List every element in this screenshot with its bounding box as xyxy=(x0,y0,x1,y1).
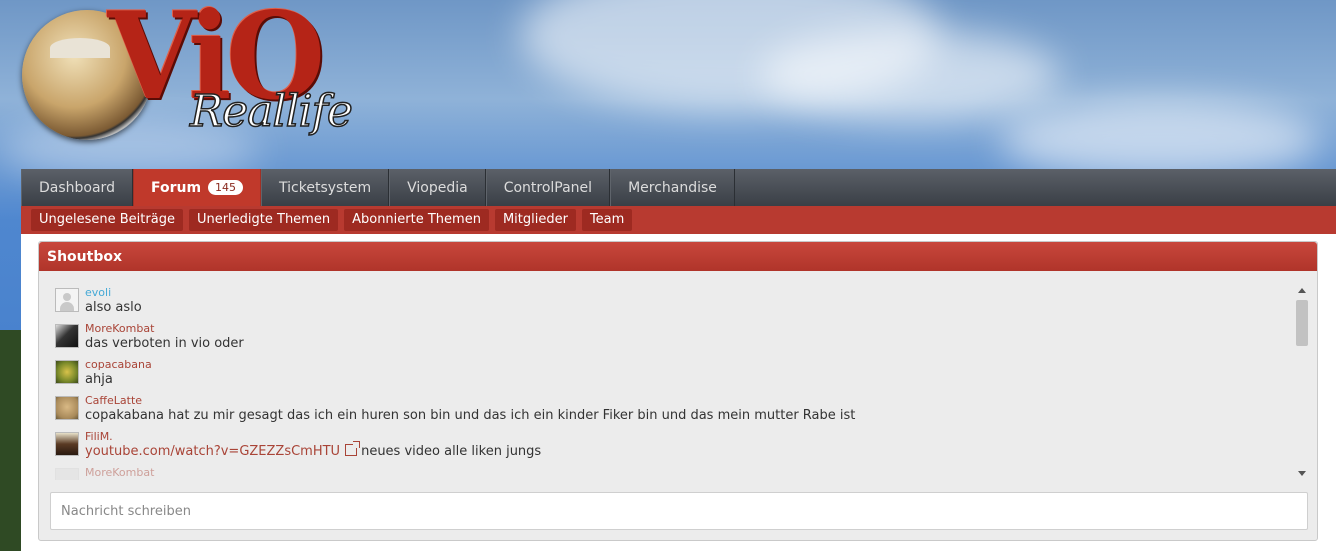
message-link[interactable]: youtube.com/watch?v=GZEZZsCmHTU xyxy=(85,444,340,459)
message-input[interactable] xyxy=(51,493,1307,529)
scroll-down-arrow-icon[interactable] xyxy=(1298,471,1306,476)
content-area: Shoutbox evoli also aslo MoreKombat das … xyxy=(21,234,1336,551)
avatar[interactable] xyxy=(55,288,79,312)
avatar[interactable] xyxy=(55,324,79,348)
message-username[interactable]: MoreKombat xyxy=(85,322,154,335)
external-link-icon xyxy=(345,441,361,456)
shoutbox-title: Shoutbox xyxy=(39,242,1317,271)
message-scrollbar[interactable] xyxy=(1295,284,1309,480)
message-text: ahja xyxy=(85,372,113,387)
message-username[interactable]: copacabana xyxy=(85,358,152,371)
nav-label: Ticketsystem xyxy=(279,179,372,196)
shout-message: MoreKombat xyxy=(53,462,1293,480)
sub-navigation: Ungelesene Beiträge Unerledigte Themen A… xyxy=(21,206,1336,234)
message-username[interactable]: FiliM. xyxy=(85,430,113,443)
shout-message: copacabana ahja xyxy=(53,354,1293,390)
subnav-members[interactable]: Mitglieder xyxy=(494,209,576,231)
avatar[interactable] xyxy=(55,396,79,420)
shout-message: FiliM. youtube.com/watch?v=GZEZZsCmHTU ne… xyxy=(53,426,1293,462)
nav-label: Merchandise xyxy=(628,179,717,196)
nav-dashboard[interactable]: Dashboard xyxy=(21,169,133,206)
avatar[interactable] xyxy=(55,432,79,456)
message-input-wrapper xyxy=(50,492,1308,530)
scroll-up-arrow-icon[interactable] xyxy=(1298,288,1306,293)
nav-controlpanel[interactable]: ControlPanel xyxy=(485,169,611,206)
avatar[interactable] xyxy=(55,468,79,480)
subnav-unresolved-threads[interactable]: Unerledigte Themen xyxy=(188,209,339,231)
subnav-team[interactable]: Team xyxy=(581,209,633,231)
logo-subtext: Reallife xyxy=(189,85,353,138)
nav-label: Forum xyxy=(150,179,202,196)
main-navigation: Dashboard Forum 145 Ticketsystem Viopedi… xyxy=(21,169,1336,206)
shoutbox-panel: Shoutbox evoli also aslo MoreKombat das … xyxy=(38,241,1318,541)
shout-message: CaffeLatte copakabana hat zu mir gesagt … xyxy=(53,390,1293,426)
message-text: copakabana hat zu mir gesagt das ich ein… xyxy=(85,408,856,423)
nav-merchandise[interactable]: Merchandise xyxy=(610,169,735,206)
message-username[interactable]: evoli xyxy=(85,286,111,299)
nav-ticketsystem[interactable]: Ticketsystem xyxy=(261,169,390,206)
message-username[interactable]: MoreKombat xyxy=(85,466,154,479)
avatar[interactable] xyxy=(55,360,79,384)
shoutbox-message-list: evoli also aslo MoreKombat das verboten … xyxy=(53,282,1293,480)
message-username[interactable]: CaffeLatte xyxy=(85,394,142,407)
scroll-thumb[interactable] xyxy=(1296,300,1308,346)
message-text-tail: neues video alle liken jungs xyxy=(361,444,542,459)
forum-count-badge: 145 xyxy=(208,180,244,195)
shout-message: evoli also aslo xyxy=(53,282,1293,318)
message-text: youtube.com/watch?v=GZEZZsCmHTU neues vid… xyxy=(85,441,542,460)
shout-message: MoreKombat das verboten in vio oder xyxy=(53,318,1293,354)
nav-forum[interactable]: Forum 145 xyxy=(132,169,262,206)
nav-label: Dashboard xyxy=(39,179,115,196)
subnav-subscribed-threads[interactable]: Abonnierte Themen xyxy=(344,209,489,231)
nav-label: ControlPanel xyxy=(503,179,593,196)
message-text: also aslo xyxy=(85,300,142,315)
nav-label: Viopedia xyxy=(407,179,468,196)
message-text: das verboten in vio oder xyxy=(85,336,244,351)
site-logo[interactable]: ViO Reallife xyxy=(22,0,354,160)
nav-viopedia[interactable]: Viopedia xyxy=(389,169,486,206)
subnav-unread-posts[interactable]: Ungelesene Beiträge xyxy=(31,209,183,231)
